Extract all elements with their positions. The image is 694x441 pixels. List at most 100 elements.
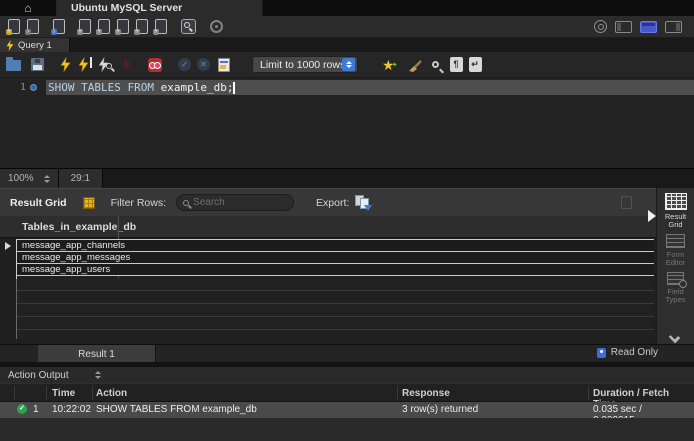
export-label: Export: [316, 197, 349, 209]
panel-label: Field Types [657, 288, 694, 304]
execute-current-statement-icon[interactable] [78, 57, 92, 72]
output-selector-stepper-icon[interactable] [95, 371, 101, 379]
action-output-row[interactable]: ✓ 1 10:22:02 SHOW TABLES FROM example_db… [0, 402, 694, 418]
preferences-icon[interactable] [210, 20, 223, 33]
open-file-icon[interactable] [6, 60, 21, 71]
sql-editor[interactable]: 1 SHOW TABLES FROM example_db; [0, 78, 694, 168]
form-editor-panel-icon [666, 234, 685, 248]
read-only-lock-icon [597, 348, 606, 358]
save-snippet-icon[interactable]: ★ [382, 58, 395, 72]
title-tab-bar: ⌂ Ubuntu MySQL Server [0, 0, 694, 16]
invisible-characters-icon[interactable]: ¶ [450, 57, 463, 72]
panel-label: Result Grid [657, 213, 694, 229]
create-view-icon[interactable]: + [117, 19, 129, 34]
tab-result-1[interactable]: Result 1 [38, 345, 156, 363]
save-script-icon[interactable] [31, 58, 44, 71]
wrap-text-icon[interactable]: ↵ [469, 57, 482, 72]
current-row-marker-icon [5, 242, 11, 250]
action-output-title: Action Output [8, 370, 69, 381]
grid-empty-rows [17, 278, 654, 338]
panel-result-grid[interactable]: Result Grid [657, 188, 694, 229]
search-magnifier-icon [183, 200, 189, 206]
create-schema-icon[interactable]: + [79, 19, 91, 34]
zoom-stepper-icon[interactable] [44, 175, 50, 183]
column-header-response[interactable]: Response [402, 388, 450, 399]
statement-marker-icon [30, 84, 37, 91]
toggle-output-area-icon[interactable] [640, 21, 657, 33]
caret-position: 29:1 [71, 173, 90, 184]
toggle-stop-on-error-icon[interactable] [148, 58, 162, 72]
connection-tab-title: Ubuntu MySQL Server [71, 2, 182, 14]
column-header-action[interactable]: Action [96, 388, 127, 399]
inspector-icon[interactable]: i [53, 19, 65, 34]
limit-rows-select[interactable]: Limit to 1000 rows [252, 56, 358, 73]
result-grid-title: Result Grid [10, 197, 67, 209]
result-grid-panel-icon [665, 193, 687, 210]
field-types-panel-icon [667, 272, 684, 285]
explain-plan-icon[interactable] [98, 57, 112, 72]
toggle-secondary-sidebar-icon[interactable] [665, 21, 682, 33]
editor-zoom-level: 100% [8, 173, 34, 184]
grid-rows: message_app_channels message_app_message… [17, 239, 654, 276]
filter-rows-label: Filter Rows: [111, 197, 166, 209]
text-caret [233, 82, 235, 94]
column-header-time[interactable]: Time [52, 388, 75, 399]
result-side-panel: Result Grid Form Editor Field Types [656, 188, 694, 346]
panel-form-editor[interactable]: Form Editor [657, 229, 694, 267]
table-row[interactable]: message_app_channels [17, 240, 654, 252]
execute-query-icon[interactable] [60, 57, 71, 72]
result-tab-label: Result 1 [78, 349, 115, 360]
panel-field-types[interactable]: Field Types [657, 267, 694, 304]
tab-query-1[interactable]: Query 1 [0, 38, 70, 52]
toggle-autocommit-icon[interactable] [218, 58, 230, 72]
read-only-indicator: Read Only [597, 347, 658, 358]
result-grid: Tables_in_example_db message_app_channel… [0, 216, 656, 344]
create-function-icon[interactable]: + [155, 19, 167, 34]
home-tab[interactable]: ⌂ [0, 0, 57, 16]
gutter-divider [16, 239, 17, 339]
row-time: 10:22:02 [52, 404, 91, 415]
query-bolt-icon [6, 40, 14, 51]
export-recordset-icon[interactable] [355, 195, 372, 210]
toggle-sidebar-icon[interactable] [615, 21, 632, 33]
action-output-column-headers: Time Action Response Duration / Fetch Ti… [0, 383, 694, 402]
row-index: 1 [33, 404, 39, 415]
row-action: SHOW TABLES FROM example_db [96, 404, 257, 415]
rollback-icon[interactable]: ✕ [197, 58, 210, 71]
row-response: 3 row(s) returned [402, 404, 478, 415]
connection-status-icon[interactable] [594, 20, 607, 33]
filter-search-box [176, 194, 294, 211]
table-row[interactable]: message_app_messages [17, 252, 654, 264]
result-tab-bar: Result 1 Read Only [0, 344, 694, 362]
home-icon: ⌂ [24, 3, 31, 13]
query-tab-label: Query 1 [18, 40, 52, 51]
active-panel-arrow-icon [648, 210, 656, 222]
main-toolbar: + › i + + + + + [0, 16, 694, 38]
editor-status-bar: 100% 29:1 [0, 168, 694, 188]
grid-view-icon[interactable] [83, 197, 95, 209]
panel-label: Form Editor [657, 251, 694, 267]
mysql-workbench-window: ⌂ Ubuntu MySQL Server + › i + + + + + [0, 0, 694, 441]
beautify-script-icon[interactable] [408, 58, 423, 72]
filter-search-input[interactable] [193, 197, 279, 208]
sql-statement: SHOW TABLES FROM example_db; [48, 81, 235, 94]
query-tab-bar: Query 1 [0, 38, 694, 52]
chevron-down-icon[interactable] [669, 332, 680, 343]
success-check-icon: ✓ [17, 404, 27, 414]
editor-line-1: 1 SHOW TABLES FROM example_db; [0, 80, 694, 95]
read-only-label: Read Only [611, 347, 658, 358]
stop-query-icon[interactable] [121, 57, 132, 72]
open-script-icon[interactable]: › [27, 19, 39, 34]
new-query-tab-icon[interactable]: + [8, 19, 20, 34]
commit-icon[interactable]: ✓ [178, 58, 191, 71]
result-grid-toolbar: Result Grid Filter Rows: Export: [0, 188, 656, 216]
connection-tab[interactable]: Ubuntu MySQL Server [57, 0, 263, 16]
grid-column-header[interactable]: Tables_in_example_db [0, 216, 656, 238]
find-panel-icon[interactable] [432, 61, 439, 68]
search-icon[interactable] [181, 19, 196, 34]
create-procedure-icon[interactable]: + [136, 19, 148, 34]
limit-rows-value: Limit to 1000 rows [260, 59, 345, 71]
create-table-icon[interactable]: + [98, 19, 110, 34]
wrap-cell-content-icon[interactable] [621, 196, 632, 209]
table-row[interactable]: message_app_users [17, 264, 654, 276]
